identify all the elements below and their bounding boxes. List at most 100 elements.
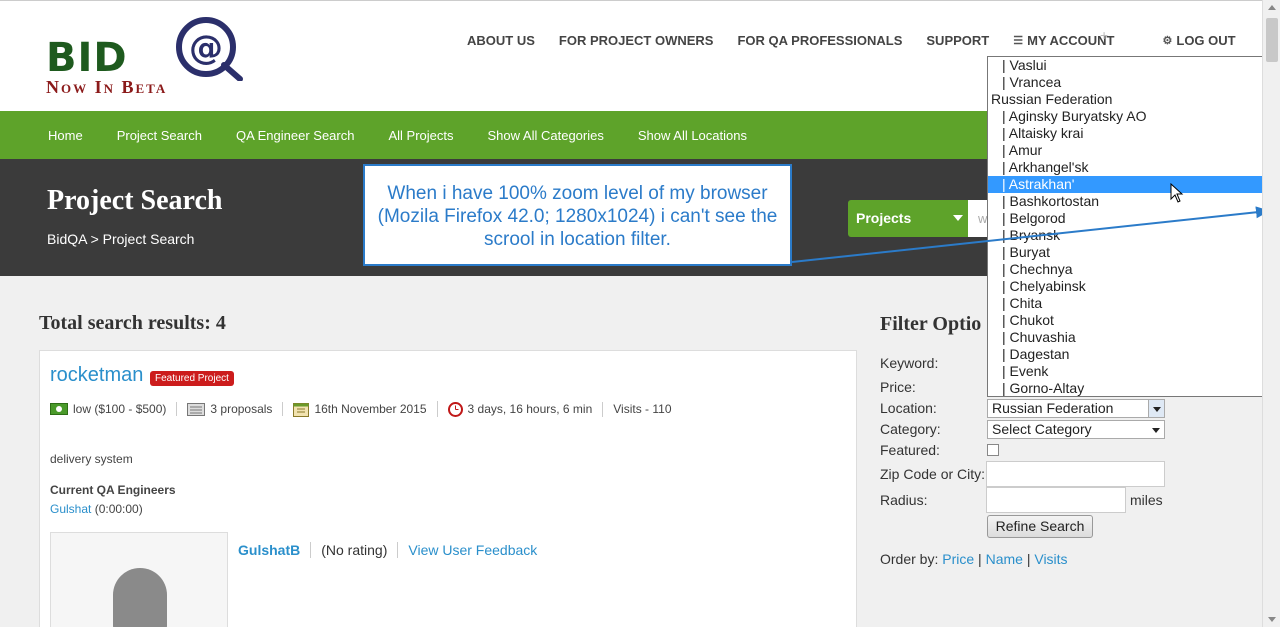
order-sep: | [974, 551, 986, 567]
nav-my-account[interactable]: ☰ MY ACCOUNT [1013, 33, 1138, 48]
refine-search-button[interactable]: Refine Search [987, 515, 1093, 538]
date-info: 16th November 2015 [293, 401, 438, 417]
order-by-label: Order by: [880, 551, 943, 567]
keyword-label: Keyword: [880, 355, 939, 371]
location-dropdown-list[interactable]: | Vaslui | Vrancea Russian Federation | Agi… [987, 56, 1280, 397]
money-icon [50, 403, 68, 415]
clock-icon [447, 401, 463, 417]
location-option[interactable]: | Evenk [988, 363, 1279, 380]
order-by: Order by: Price | Name | Visits [880, 551, 1068, 567]
chevron-down-icon[interactable] [1148, 421, 1164, 438]
location-option[interactable]: | Dagestan [988, 346, 1279, 363]
mainnav-show-all-locations[interactable]: Show All Locations [638, 128, 747, 143]
list-icon: ☰ [1013, 35, 1024, 47]
bidqa-logo[interactable]: BID @ Now In Beta [46, 17, 256, 99]
location-option[interactable]: | Aginsky Buryatsky AO [988, 108, 1279, 125]
annotation-callout: When i have 100% zoom level of my browse… [363, 164, 792, 266]
list-icon [187, 402, 206, 416]
scroll-up-icon[interactable] [1268, 5, 1276, 10]
location-option[interactable]: | Astrakhan' [988, 176, 1279, 193]
zip-label: Zip Code or City: [880, 466, 986, 482]
logo-text: BID [46, 35, 128, 81]
featured-badge: Featured Project [150, 371, 234, 386]
budget-text: low ($100 - $500) [73, 402, 167, 416]
date-text: 16th November 2015 [314, 402, 427, 416]
mainnav-show-all-categories[interactable]: Show All Categories [488, 128, 604, 143]
mainnav-qa-engineer-search[interactable]: QA Engineer Search [236, 128, 355, 143]
nav-support[interactable]: SUPPORT [926, 33, 989, 48]
cogs-icon: ⚙ [1162, 35, 1173, 47]
category-select-value: Select Category [992, 421, 1092, 437]
avatar-placeholder-icon [113, 568, 167, 627]
location-select-value: Russian Federation [992, 400, 1114, 416]
featured-checkbox[interactable] [987, 444, 999, 456]
visits-info: Visits - 110 [613, 402, 672, 416]
logo-tagline: Now In Beta [46, 77, 168, 97]
top-navigation: ABOUT US FOR PROJECT OWNERS FOR QA PROFE… [467, 33, 1280, 48]
location-option[interactable]: | Vaslui [988, 57, 1279, 74]
mouse-pointer-icon [1170, 183, 1184, 203]
radius-input[interactable] [986, 487, 1126, 513]
engineer-link[interactable]: Gulshat [50, 502, 91, 516]
username-link[interactable]: GulshatB [238, 542, 312, 558]
engineer-time: (0:00:00) [91, 502, 143, 516]
view-feedback-link[interactable]: View User Feedback [398, 542, 537, 558]
nav-for-project-owners[interactable]: FOR PROJECT OWNERS [559, 33, 714, 48]
location-option[interactable]: | Arkhangel'sk [988, 159, 1279, 176]
location-option[interactable]: | Bashkortostan [988, 193, 1279, 210]
search-type-label: Projects [856, 210, 912, 226]
mainnav-project-search[interactable]: Project Search [117, 128, 202, 143]
page-title: Project Search [47, 185, 223, 216]
nav-for-qa-professionals[interactable]: FOR QA PROFESSIONALS [737, 33, 902, 48]
order-by-name[interactable]: Name [986, 551, 1023, 567]
scrollbar-thumb[interactable] [1266, 18, 1278, 62]
location-option[interactable]: | Gorno-Altay [988, 380, 1279, 396]
location-option[interactable]: | Altaisky krai [988, 125, 1279, 142]
location-option[interactable]: | Chuvashia [988, 329, 1279, 346]
location-option[interactable]: | Vrancea [988, 74, 1279, 91]
location-option[interactable]: | Bryansk [988, 227, 1279, 244]
project-meta: low ($100 - $500) 3 proposals 16th Novem… [50, 401, 692, 417]
location-option[interactable]: | Chelyabinsk [988, 278, 1279, 295]
search-input[interactable]: w [968, 200, 988, 237]
order-by-visits[interactable]: Visits [1034, 551, 1067, 567]
current-engineers-heading: Current QA Engineers [50, 483, 176, 497]
location-option[interactable]: | Buryat [988, 244, 1279, 261]
order-by-price[interactable]: Price [942, 551, 974, 567]
plus-icon: + [1100, 27, 1109, 43]
time-left-info: 3 days, 16 hours, 6 min [447, 401, 604, 417]
location-option[interactable]: | Chukot [988, 312, 1279, 329]
mainnav-all-projects[interactable]: All Projects [388, 128, 453, 143]
page-scrollbar[interactable] [1262, 0, 1280, 627]
nav-log-out[interactable]: ⚙ LOG OUT [1163, 33, 1260, 48]
location-option[interactable]: | Amur [988, 142, 1279, 159]
budget-info: low ($100 - $500) [50, 402, 178, 416]
category-select[interactable]: Select Category [987, 420, 1165, 439]
engineer-entry: Gulshat (0:00:00) [50, 502, 143, 516]
location-label: Location: [880, 400, 937, 416]
search-type-select[interactable]: Projects [848, 200, 968, 237]
mainnav-home[interactable]: Home [48, 128, 83, 143]
nav-about-us[interactable]: ABOUT US [467, 33, 535, 48]
nav-log-out-label: LOG OUT [1176, 33, 1236, 48]
project-description: delivery system [50, 452, 133, 466]
user-info-row: GulshatB (No rating) View User Feedback [238, 542, 537, 558]
chevron-down-icon[interactable] [1148, 400, 1164, 417]
project-card: rocketman Featured Project low ($100 - $… [39, 350, 857, 627]
location-option[interactable]: | Belgorod [988, 210, 1279, 227]
miles-label: miles [1130, 492, 1163, 508]
category-label: Category: [880, 421, 941, 437]
radius-label: Radius: [880, 492, 928, 508]
project-title-link[interactable]: rocketman [50, 364, 143, 387]
proposals-text: 3 proposals [210, 402, 273, 416]
scroll-down-icon[interactable] [1268, 617, 1276, 622]
location-option[interactable]: | Chechnya [988, 261, 1279, 278]
breadcrumb: BidQA > Project Search [47, 231, 195, 247]
results-count: Total search results: 4 [39, 312, 226, 334]
location-option[interactable]: | Chita [988, 295, 1279, 312]
location-option[interactable]: Russian Federation [988, 91, 1279, 108]
avatar[interactable] [50, 532, 228, 627]
location-select[interactable]: Russian Federation [987, 399, 1165, 418]
zip-input[interactable] [986, 461, 1165, 487]
filter-title: Filter Optio [880, 313, 982, 335]
